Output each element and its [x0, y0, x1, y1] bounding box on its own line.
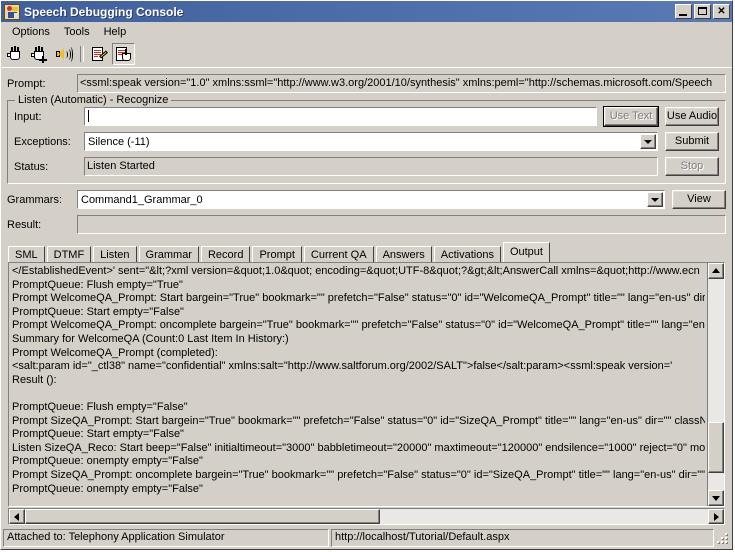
exceptions-combobox[interactable]: Silence (-11) — [84, 132, 658, 151]
status-url: http://localhost/Tutorial/Default.aspx — [331, 529, 714, 547]
status-bar: Attached to: Telephony Application Simul… — [1, 525, 732, 549]
grammars-value: Command1_Grammar_0 — [81, 193, 203, 206]
log-line: Prompt WelcomeQA_Prompt: Start bargein="… — [12, 292, 705, 305]
log-line: PromptQueue: Start empty="False" — [12, 428, 184, 441]
exceptions-label: Exceptions: — [14, 135, 71, 148]
tab-grammar[interactable]: Grammar — [138, 246, 199, 263]
chevron-down-icon[interactable] — [647, 192, 663, 207]
title-bar: Speech Debugging Console ✕ — [1, 1, 732, 22]
tab-record[interactable]: Record — [200, 246, 251, 263]
tab-activations[interactable]: Activations — [433, 246, 501, 263]
log-line: Result (): — [12, 373, 57, 386]
stop-button[interactable]: Stop — [665, 157, 719, 176]
tab-strip: SML DTMF Listen Grammar Record Prompt Cu… — [1, 234, 732, 263]
form-area: Prompt: <ssml:speak version="1.0" xmlns:… — [1, 68, 732, 234]
hand-add-icon — [31, 46, 48, 63]
window-controls: ✕ — [675, 4, 730, 19]
result-row: Result: — [7, 215, 726, 234]
log-line: Prompt WelcomeQA_Prompt (completed): — [12, 346, 218, 359]
vertical-scroll-thumb[interactable] — [708, 422, 724, 474]
input-row: Input: Use Text Use Audio — [14, 106, 719, 127]
scroll-left-button[interactable] — [9, 509, 25, 524]
view-button[interactable]: View — [672, 190, 726, 209]
log-line: PromptQueue: Flush empty="False" — [12, 400, 188, 413]
prompt-label: Prompt: — [7, 77, 46, 90]
log-line: PromptQueue: onempty empty="False" — [12, 482, 203, 495]
scroll-up-button[interactable] — [708, 263, 724, 279]
speech-debugging-console-window: Speech Debugging Console ✕ Options Tools… — [0, 0, 733, 550]
document-edit-icon-button[interactable] — [88, 43, 111, 65]
toolbar — [1, 41, 732, 68]
use-audio-button[interactable]: Use Audio — [665, 107, 719, 126]
tab-listen[interactable]: Listen — [93, 246, 137, 263]
grammars-row: Grammars: Command1_Grammar_0 View — [7, 190, 726, 209]
log-line: PromptQueue: Flush empty="True" — [12, 278, 183, 291]
tab-answers[interactable]: Answers — [375, 246, 432, 263]
status-value: Listen Started — [84, 157, 658, 176]
log-line: Summary for WelcomeQA (Count:0 Last Item… — [12, 332, 289, 345]
scroll-down-button[interactable] — [708, 490, 724, 506]
tab-output[interactable]: Output — [502, 242, 550, 262]
tab-prompt[interactable]: Prompt — [252, 246, 302, 263]
result-label: Result: — [7, 218, 42, 231]
exceptions-value: Silence (-11) — [88, 135, 150, 148]
close-button[interactable]: ✕ — [713, 4, 730, 19]
minimize-button[interactable] — [675, 4, 692, 19]
tab-sml[interactable]: SML — [8, 246, 45, 263]
exceptions-row: Exceptions: Silence (-11) Submit — [14, 132, 719, 151]
log-line: Prompt SizeQA_Prompt: Start bargein="Tru… — [12, 414, 705, 427]
hand-add-icon-button[interactable] — [28, 43, 51, 65]
log-line: PromptQueue: onempty empty="False" — [12, 455, 203, 468]
maximize-button[interactable] — [694, 4, 711, 19]
grammars-label: Grammars: — [7, 193, 62, 206]
resize-grip[interactable] — [716, 530, 730, 546]
prompt-row: Prompt: <ssml:speak version="1.0" xmlns:… — [7, 74, 726, 93]
window-title: Speech Debugging Console — [24, 4, 184, 19]
log-line: </EstablishedEvent>' sent="&lt;?xml vers… — [12, 265, 700, 277]
listen-group-legend: Listen (Automatic) - Recognize — [15, 94, 172, 106]
document-hand-icon-button[interactable] — [112, 43, 135, 65]
input-label: Input: — [14, 110, 42, 123]
log-line: Prompt SizeQA_Prompt: oncomplete bargein… — [12, 468, 705, 481]
log-horizontal-scrollbar[interactable] — [8, 508, 725, 525]
chevron-down-icon[interactable] — [640, 134, 656, 149]
submit-button[interactable]: Submit — [665, 132, 719, 151]
log-line: Listen SizeQA_Reco: Start beep="False" i… — [12, 441, 705, 454]
status-row: Status: Listen Started Stop — [14, 157, 719, 176]
speaker-icon — [55, 46, 73, 63]
listen-group: Listen (Automatic) - Recognize Input: Us… — [7, 94, 726, 184]
document-hand-icon — [115, 46, 132, 63]
output-log-text: </EstablishedEvent>' sent="&lt;?xml vers… — [9, 263, 707, 506]
grammars-combobox[interactable]: Command1_Grammar_0 — [77, 190, 665, 209]
toolbar-separator — [80, 46, 84, 62]
vertical-scroll-track[interactable] — [708, 279, 724, 490]
prompt-value: <ssml:speak version="1.0" xmlns:ssml="ht… — [77, 74, 726, 93]
speech-console-icon — [4, 3, 20, 20]
hand-icon-button[interactable] — [4, 43, 27, 65]
speaker-icon-button[interactable] — [52, 43, 75, 65]
log-line: PromptQueue: Start empty="False" — [12, 305, 184, 318]
tab-current-qa[interactable]: Current QA — [303, 246, 374, 263]
status-label: Status: — [14, 160, 49, 173]
menu-item-options[interactable]: Options — [5, 24, 57, 40]
scroll-right-button[interactable] — [708, 509, 724, 524]
log-line: <salt:param id="_ctl38" name="confidenti… — [12, 360, 673, 373]
document-edit-icon — [91, 46, 108, 63]
menu-item-help[interactable]: Help — [97, 24, 134, 40]
hand-icon — [7, 46, 24, 63]
log-vertical-scrollbar[interactable] — [707, 263, 724, 506]
input-field[interactable] — [84, 107, 597, 126]
output-log-panel: </EstablishedEvent>' sent="&lt;?xml vers… — [8, 262, 725, 507]
result-value — [77, 215, 726, 234]
menu-item-tools[interactable]: Tools — [57, 24, 97, 40]
log-line: Prompt WelcomeQA_Prompt: oncomplete barg… — [12, 319, 705, 332]
use-text-button[interactable]: Use Text — [603, 106, 659, 127]
tab-dtmf[interactable]: DTMF — [46, 246, 92, 263]
horizontal-scroll-thumb[interactable] — [25, 509, 380, 524]
status-attached-to: Attached to: Telephony Application Simul… — [3, 529, 329, 547]
menu-bar: Options Tools Help — [1, 22, 732, 41]
